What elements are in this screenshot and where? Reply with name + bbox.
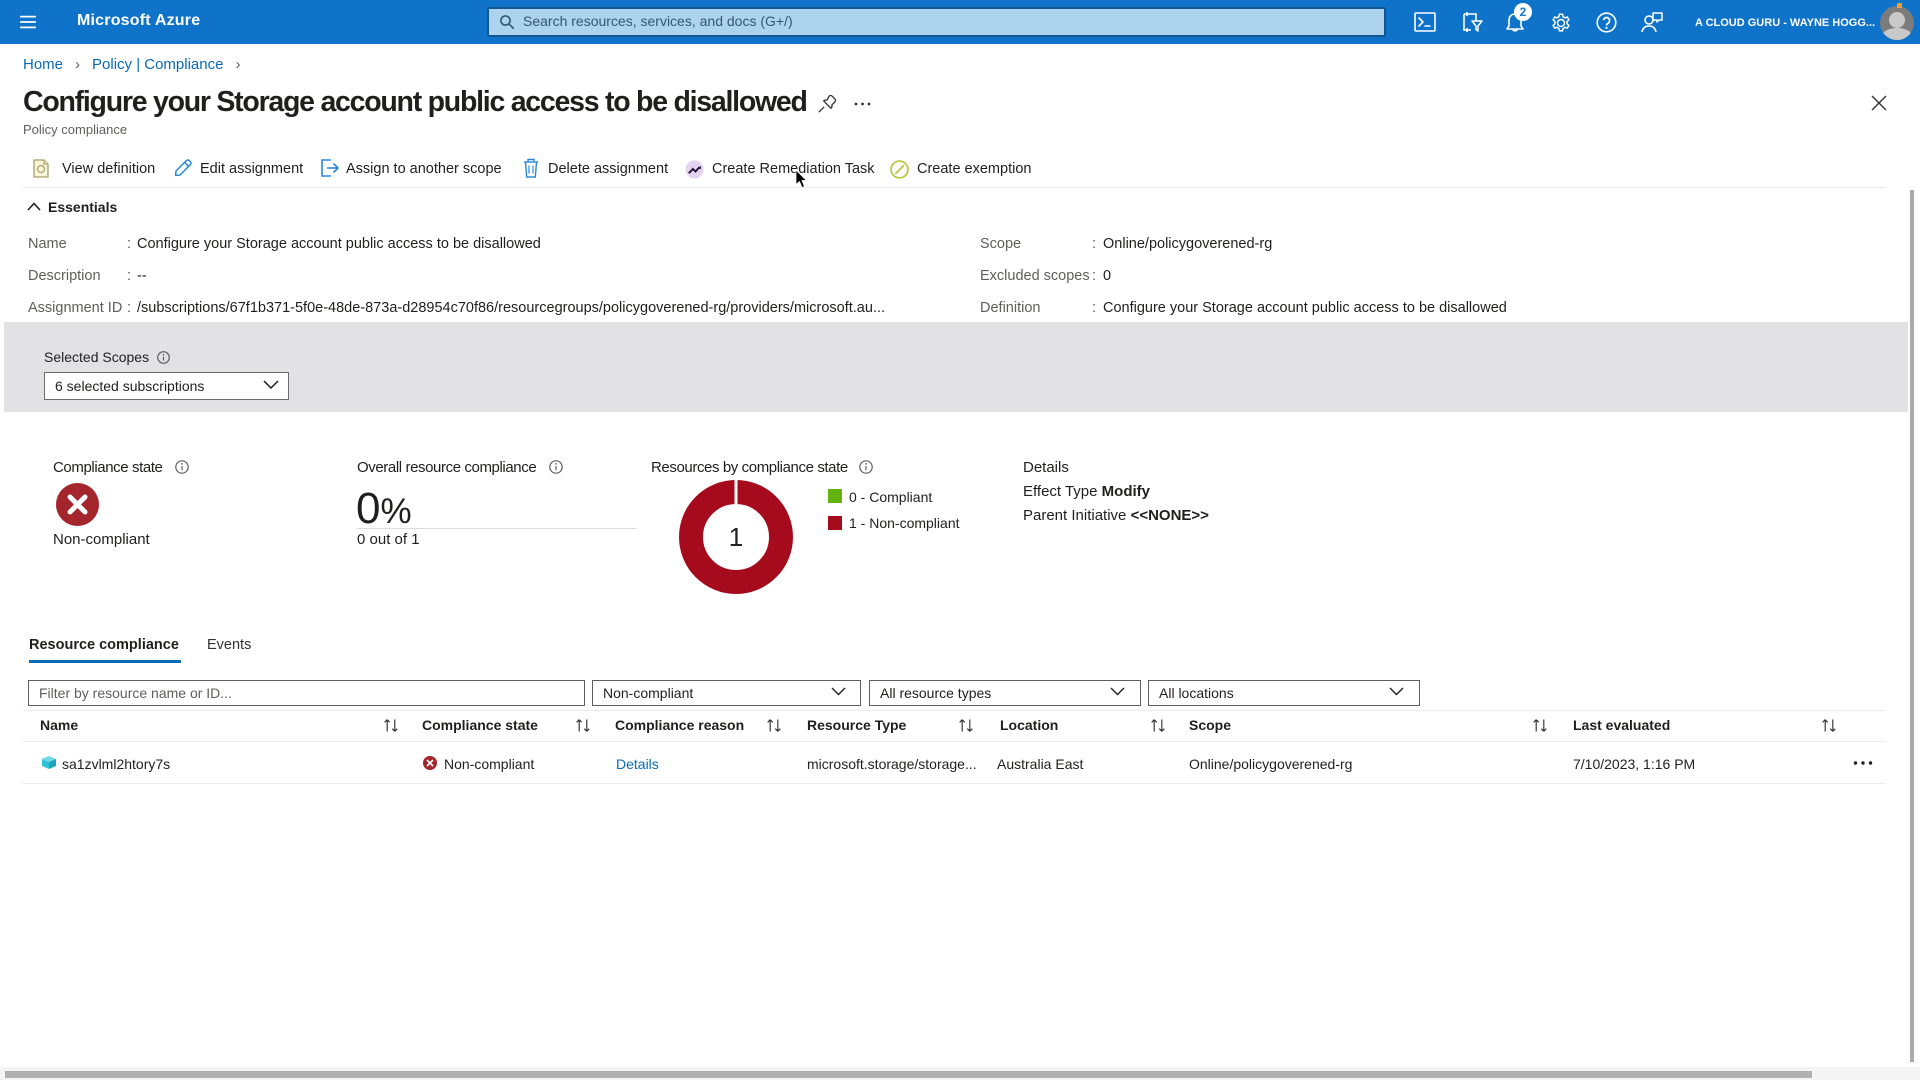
svg-text:1: 1 — [729, 522, 743, 552]
